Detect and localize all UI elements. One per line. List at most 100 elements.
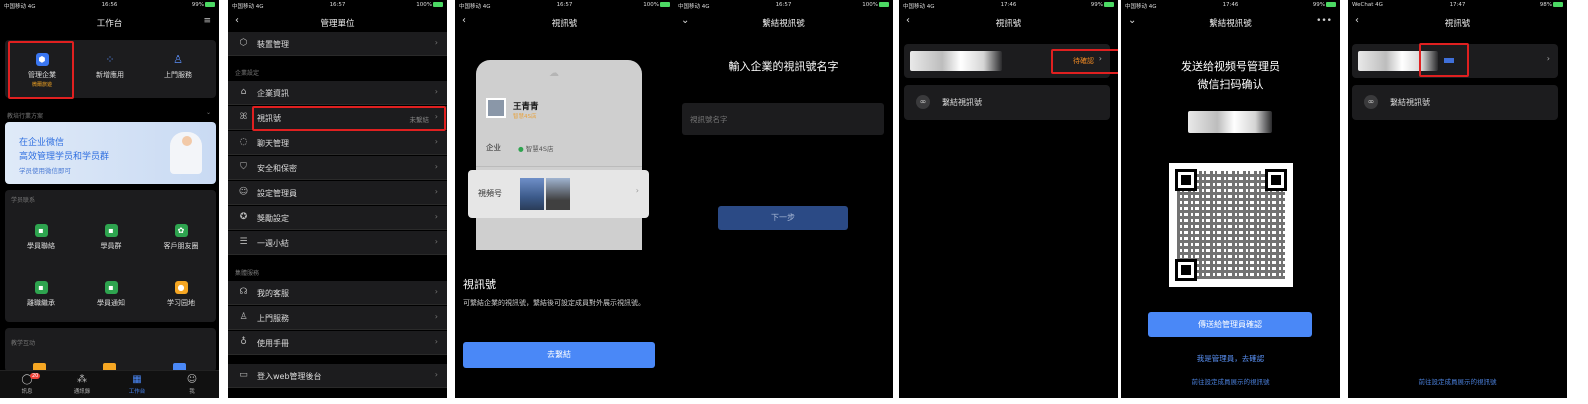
blurred-channel-name [1188,111,1272,133]
chevron-right-icon: › [434,162,438,171]
grid-resign-handover[interactable]: ▪ 離職繼承 [7,281,75,308]
channel-name-input[interactable] [682,103,884,135]
promo-banner[interactable]: 在企业微信 高效管理学员和学员群 学员使用微信即可 [5,122,216,184]
tab-me[interactable]: ☺ 我 [165,373,219,395]
intro-heading: 視訊號 [463,278,496,291]
chevron-right-icon: › [434,337,438,346]
row-device-management[interactable]: ⬡ 裝置管理 › [228,32,447,56]
screenshot-strip: 中国移动 4G 16:56 99% 工作台 ≡ ⬢ 管理企業 微爾旅遊 ⁘ 新增… [0,0,1588,404]
filter-icon[interactable]: ≡ [203,16,211,26]
qr-code [1169,163,1293,287]
row-enterprise-info[interactable]: ⌂ 企業資訊 › [228,81,447,105]
battery: 98% [1540,2,1563,8]
screen-bind-input: 中国移动 4G 16:57 100% ⌄ 繫結視訊號 輸入企業的視訊號名字 下一… [674,0,893,398]
butterfly-icon: ꕤ [239,112,248,122]
grid-study-garden[interactable]: ● 学习园地 [147,281,215,308]
list-icon: ☰ [239,237,248,247]
bulb-icon: ♁ [240,337,247,347]
clock: 16:57 [775,2,792,8]
battery: 100% [643,2,670,8]
next-step-button[interactable]: 下一步 [718,206,848,230]
battery: 100% [416,2,443,8]
row-set-admin[interactable]: ☺ 設定管理員 › [228,181,447,205]
chevron-down-icon[interactable]: ⌄ [206,109,211,116]
chevron-right-icon: › [434,287,438,296]
nav-bar: ⌄ 繫結視訊號 [674,13,893,31]
wechat-logo-icon: ☁ [549,68,559,79]
nav-bar: ‹ 視訊號 [899,13,1118,31]
tab-workbench[interactable]: ▦ 工作台 [110,373,164,395]
bind-channel-row[interactable]: ∞ 繫結視訊號 [904,85,1110,120]
row-web-admin[interactable]: ▭ 登入web管理後台 › [228,364,447,388]
app-add-application[interactable]: ⁘ 新增應用 [77,53,143,80]
screen-workbench: 中国移动 4G 16:56 99% 工作台 ≡ ⬢ 管理企業 微爾旅遊 ⁘ 新增… [0,0,219,398]
tab-bar: ◯ 訊息 20 ⁂ 通訊錄 ▦ 工作台 ☺ 我 [0,370,219,398]
moments-icon: ✿ [174,224,188,237]
link-icon: ∞ [916,95,930,109]
admin-confirm-link[interactable]: 我是管理員，去確認 [1121,353,1340,364]
status-bar: 中国移动 4G 16:57 100% [228,0,447,12]
teaching-card: 教学互动 [5,328,216,372]
tie-icon: ♙ [239,312,248,322]
screen-channel-bound: WeChat 4G 17:47 98% ‹ 視訊號 › ∞ 繫結視訊號 前往設定… [1348,0,1567,398]
blurred-channel-name [910,51,1002,71]
screen-channel-pending: 中国移动 4G 17:46 99% ‹ 視訊號 待確認 › ∞ 繫結視訊號 [899,0,1118,398]
bind-channel-row[interactable]: ∞ 繫結視訊號 [1352,85,1558,120]
chevron-right-icon: › [434,212,438,221]
status-bar: 中国移动 4G 16:57 100% [455,0,674,12]
battery: 99% [1313,2,1336,8]
unread-badge: 20 [30,373,41,379]
row-chat-management[interactable]: ◌ 聊天管理 › [228,131,447,155]
grid-plus-icon: ⁘ [105,53,115,66]
member-channel-link[interactable]: 前往設定成員展示的視訊號 [1348,376,1567,386]
highlight-box [1051,49,1118,74]
row-award-settings[interactable]: ✪ 獎勵設定 › [228,206,447,230]
qr-heading: 发送给视频号管理员 微信扫码确认 [1181,60,1280,91]
chevron-right-icon: › [1546,54,1550,63]
channel-card: 視頻号 › [468,170,649,218]
page-title: 繫結視訊號 [762,19,805,29]
profile-name: 王青青 [513,102,539,112]
row-user-manual[interactable]: ♁ 使用手冊 › [228,331,447,355]
home-icon: ⌂ [240,87,247,97]
tab-messages[interactable]: ◯ 訊息 20 [0,373,54,395]
grid-student-contact[interactable]: ▪ 學員聯絡 [7,224,75,251]
clock: 17:47 [1449,2,1466,8]
section-recommend: 教培行業方案 [7,113,44,120]
chevron-right-icon: › [434,187,438,196]
contacts-card: 学员联系 ▪ 學員聯絡 ▪ 學員群 ✿ 客戶朋友圈 ▪ 離職繼承 ▪ 學員通知 ● 学习园地 [5,190,216,322]
channel-label: 視頻号 [478,189,502,198]
chevron-right-icon: › [434,370,438,379]
grid-student-group[interactable]: ▪ 學員群 [77,224,145,251]
app-home-service[interactable]: ♙ 上門服務 [145,53,211,80]
go-bind-button[interactable]: 去繫結 [463,342,655,368]
page-title: 視訊號 [1444,19,1471,29]
row-security[interactable]: ⛉ 安全和保密 › [228,156,447,180]
more-icon[interactable]: ••• [1316,16,1332,26]
nav-bar: ‹ 視訊號 [1348,13,1567,31]
bind-label: 繫結視訊號 [1390,98,1430,107]
contacts-icon: ⁂ [77,374,87,385]
person-icon: ☺ [186,374,198,385]
section-services: 集體服務 [235,270,260,277]
clock: 16:57 [556,2,573,8]
link-icon: ∞ [1364,95,1378,109]
company-label: 企业 [486,143,501,152]
channel-thumb-1 [520,178,544,210]
highlight-box [252,106,446,131]
tab-contacts[interactable]: ⁂ 通訊錄 [55,373,109,395]
banner-line-2: 高效管理学员和学员群 [19,152,110,162]
tie-icon: ♙ [173,53,183,66]
row-home-service[interactable]: ♙ 上門服務 › [228,306,447,330]
member-channel-link[interactable]: 前往設定成員展示的視訊號 [1121,376,1340,386]
chat-bubble-icon: ◯ [21,374,33,385]
send-to-admin-button[interactable]: 傳送給管理員確認 [1148,312,1312,337]
chat-icon: ◌ [239,137,248,147]
notice-icon: ▪ [104,281,118,294]
grid-student-notice[interactable]: ▪ 學員通知 [77,281,145,308]
award-icon: ✪ [239,212,248,222]
chevron-right-icon: › [434,237,438,246]
row-my-support[interactable]: ☊ 我的客服 › [228,281,447,305]
grid-customer-moments[interactable]: ✿ 客戶朋友圈 [147,224,215,251]
row-weekly-summary[interactable]: ☰ 一週小結 › [228,231,447,255]
